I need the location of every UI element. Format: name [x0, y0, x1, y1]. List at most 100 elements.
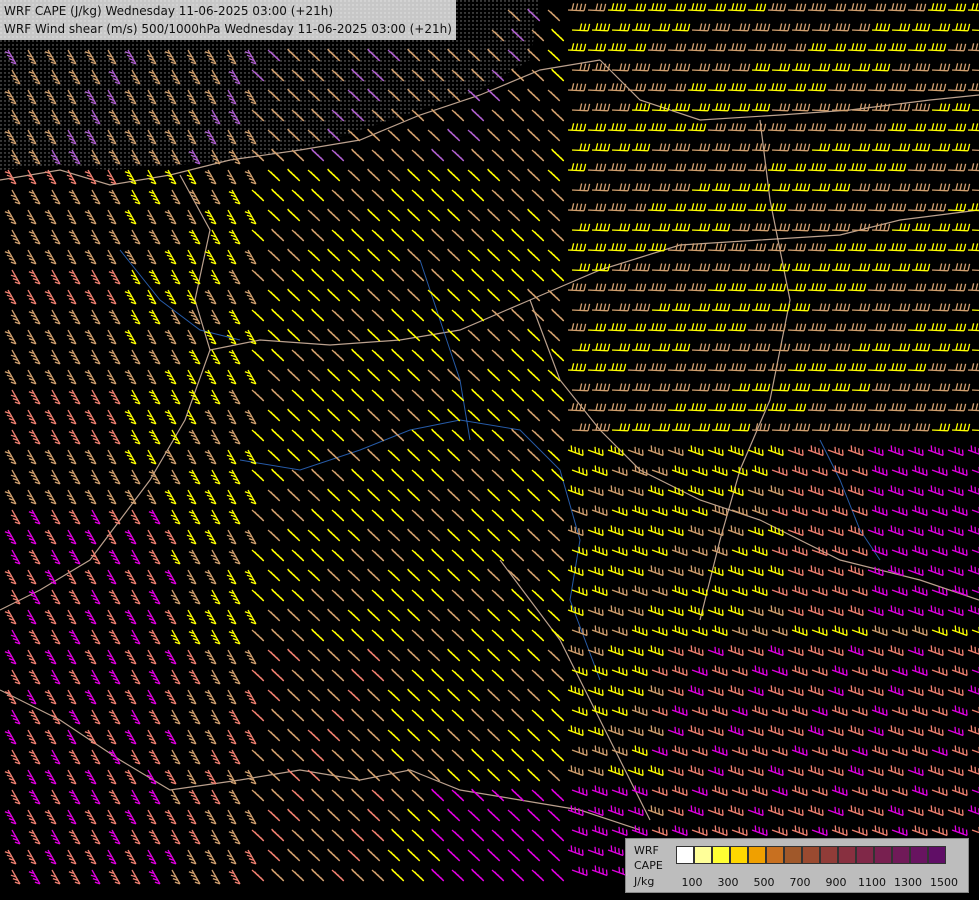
wind-barb	[371, 789, 385, 802]
wind-barb	[811, 826, 828, 837]
wind-barb	[631, 223, 651, 232]
wind-barb	[551, 148, 565, 162]
wind-barb	[687, 363, 707, 372]
wind-barb	[407, 488, 421, 502]
wind-barb	[407, 608, 421, 622]
wind-barb	[827, 43, 847, 52]
wind-barb	[411, 349, 425, 362]
wind-barb	[68, 829, 81, 845]
wind-barb	[287, 608, 301, 622]
wind-barb	[867, 43, 887, 52]
wind-barb	[291, 749, 305, 762]
wind-barb	[847, 363, 867, 372]
wind-barb	[451, 109, 465, 122]
wind-barb	[507, 689, 521, 702]
wind-barb	[228, 269, 241, 285]
wind-barb	[591, 705, 608, 717]
wind-barb	[831, 665, 848, 677]
wind-barb	[887, 403, 907, 412]
wind-barb	[931, 466, 948, 477]
wind-barb	[307, 169, 321, 182]
wind-barb	[108, 229, 121, 245]
wind-barb	[587, 283, 607, 292]
wind-barb	[651, 706, 668, 717]
wind-barb	[347, 209, 361, 222]
wind-barb	[827, 646, 844, 657]
wind-barb	[571, 343, 591, 352]
wind-barb	[271, 188, 285, 202]
wind-barb	[511, 468, 525, 482]
wind-barb	[507, 449, 521, 462]
wind-barb	[26, 249, 37, 265]
wind-barb	[531, 749, 545, 762]
wind-barb	[487, 208, 501, 222]
wind-barb	[831, 505, 848, 517]
wind-barb	[691, 223, 711, 232]
wind-barb	[271, 868, 285, 882]
wind-barb	[10, 589, 21, 605]
wind-barb	[44, 209, 57, 225]
wind-barb	[407, 528, 421, 542]
wind-barb	[531, 269, 545, 282]
wind-barb	[787, 83, 807, 92]
wind-barb	[467, 169, 481, 182]
wind-barb	[927, 725, 944, 737]
wind-barb	[44, 289, 57, 305]
wind-barb	[170, 669, 181, 685]
wind-barb	[811, 546, 828, 557]
weather-map: WRF CAPE (J/kg) Wednesday 11-06-2025 03:…	[0, 0, 979, 900]
wind-barb	[707, 163, 727, 172]
wind-barb	[431, 188, 445, 202]
wind-barb	[10, 829, 21, 845]
wind-barb	[827, 766, 844, 777]
wind-barb	[50, 789, 61, 805]
wind-barb	[891, 63, 911, 72]
wind-barb	[527, 168, 541, 182]
wind-barb	[907, 123, 927, 132]
wind-barb	[591, 183, 611, 192]
wind-barb	[204, 249, 217, 265]
wind-barb	[947, 3, 967, 12]
wind-barb	[707, 806, 724, 817]
wind-barb	[491, 389, 505, 402]
wind-barb	[667, 283, 687, 292]
wind-barb	[204, 649, 217, 665]
wind-barb	[186, 729, 197, 745]
river	[119, 249, 241, 341]
wind-barb	[84, 449, 97, 465]
wind-barb	[68, 229, 81, 245]
wind-barb	[287, 448, 301, 462]
wind-barb	[28, 469, 41, 485]
wind-barb	[66, 209, 77, 225]
wind-barb	[907, 363, 927, 372]
wind-barb	[311, 708, 325, 722]
wind-barb	[547, 409, 561, 422]
wind-barb	[871, 63, 891, 72]
wind-barb	[927, 163, 947, 172]
wind-barb	[90, 229, 101, 245]
wind-barb	[267, 369, 281, 382]
wind-barb	[767, 323, 787, 332]
wind-barb	[106, 249, 117, 265]
wind-barb	[827, 686, 844, 697]
wind-barb	[711, 625, 728, 637]
wind-barb	[210, 229, 221, 245]
wind-barb	[327, 328, 341, 342]
wind-barb	[4, 849, 17, 865]
wind-barb	[527, 128, 541, 142]
wind-barb	[427, 649, 441, 662]
wind-barb	[387, 169, 401, 182]
wind-barb	[491, 869, 505, 882]
wind-barb	[204, 449, 217, 465]
wind-barb	[66, 409, 77, 425]
wind-barb	[687, 525, 704, 537]
wind-barb	[551, 868, 565, 882]
wind-barb	[186, 249, 197, 265]
wind-barb	[871, 223, 891, 232]
wind-barb	[451, 869, 465, 882]
wind-barb	[707, 726, 724, 737]
wind-barb	[447, 608, 461, 622]
wind-barb	[164, 409, 177, 425]
wind-barb	[411, 549, 425, 562]
wind-barb	[108, 389, 121, 405]
